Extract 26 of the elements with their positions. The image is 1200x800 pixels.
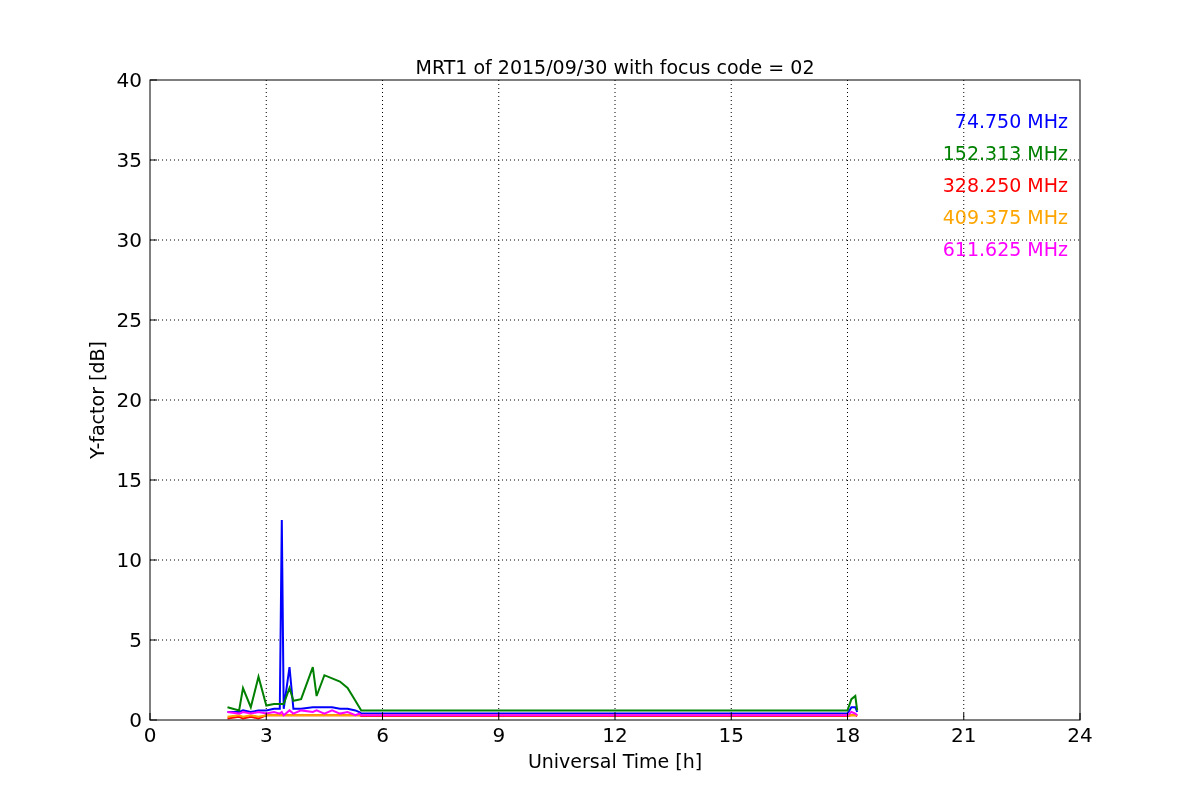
x-tick-label: 3 xyxy=(259,723,273,747)
x-tick-label: 0 xyxy=(143,723,157,747)
y-tick-label: 5 xyxy=(129,628,142,652)
x-tick-label: 6 xyxy=(376,723,389,747)
y-tick-label: 10 xyxy=(116,548,142,572)
legend-label: 152.313 MHz xyxy=(942,142,1068,164)
legend-label: 74.750 MHz xyxy=(954,110,1068,132)
chart-title: MRT1 of 2015/09/30 with focus code = 02 xyxy=(415,56,815,78)
y-tick-label: 25 xyxy=(116,308,142,332)
x-tick-label: 15 xyxy=(718,723,744,747)
legend-label: 409.375 MHz xyxy=(942,206,1068,228)
y-tick-label: 35 xyxy=(116,148,142,172)
x-axis-label: Universal Time [h] xyxy=(527,750,703,772)
legend-label: 611.625 MHz xyxy=(942,238,1068,260)
x-tick-label: 9 xyxy=(492,723,506,747)
x-tick-label: 24 xyxy=(1067,723,1093,747)
y-tick-label: 0 xyxy=(129,708,142,732)
y-tick-label: 20 xyxy=(116,388,142,412)
x-tick-label: 18 xyxy=(834,723,861,747)
y-tick-label: 40 xyxy=(116,68,142,92)
x-tick-label: 21 xyxy=(951,723,977,747)
x-tick-label: 12 xyxy=(602,723,628,747)
y-axis-label: Y-factor [dB] xyxy=(86,341,108,459)
legend-label: 328.250 MHz xyxy=(942,174,1068,196)
y-tick-label: 30 xyxy=(116,228,142,252)
y-tick-label: 15 xyxy=(116,468,142,492)
